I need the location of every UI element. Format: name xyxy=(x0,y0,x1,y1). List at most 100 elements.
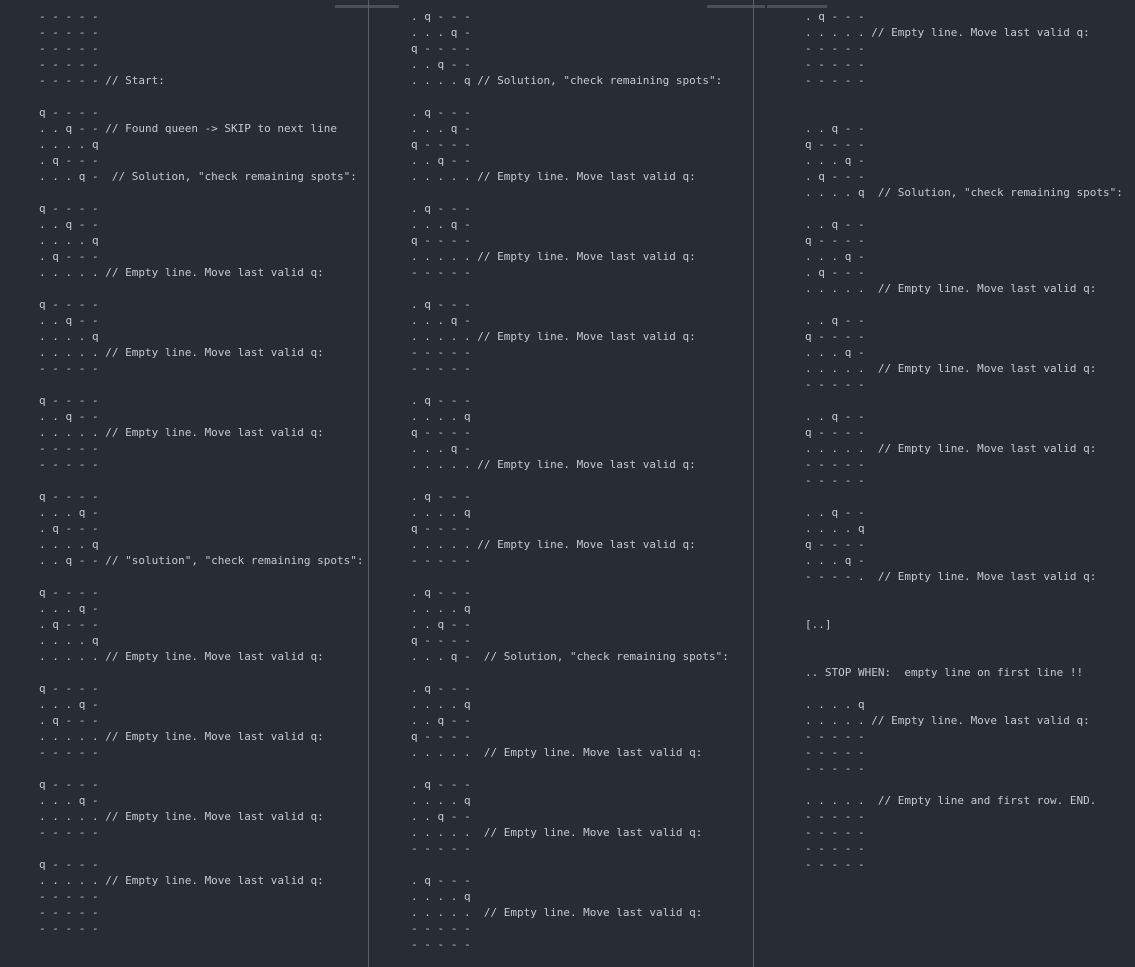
code-line: . . . q - xyxy=(39,794,99,807)
code-line: - - - - - xyxy=(39,458,99,471)
code-line: - - - - - xyxy=(805,474,865,487)
code-line: - - - - - xyxy=(805,730,865,743)
code-line: - - - - - xyxy=(39,362,99,375)
code-line: . . . . . // Empty line. Move last valid… xyxy=(411,330,696,343)
code-block-middle: . q - - - . . . q - q - - - - . . q - - . . … xyxy=(411,9,729,953)
code-line: q - - - - xyxy=(411,138,471,151)
editor-pane-left[interactable]: - - - - - - - - - - - - - - - - - - - - - - … xyxy=(0,0,369,967)
code-line: . . q - - xyxy=(805,122,865,135)
code-line: . . . q - xyxy=(805,554,865,567)
code-line: . q - - - xyxy=(411,874,471,887)
code-line: - - - - - xyxy=(411,842,471,855)
code-line: . . q - - xyxy=(411,714,471,727)
code-line: . . q - - // "solution", "check remainin… xyxy=(39,554,364,567)
code-line: - - - - - xyxy=(411,346,471,359)
code-line: - - - - - xyxy=(39,10,99,23)
code-line: . . . . . // Empty line. Move last valid… xyxy=(805,26,1090,39)
code-line: - - - - - xyxy=(39,26,99,39)
code-line: . q - - - xyxy=(411,394,471,407)
code-line: q - - - - xyxy=(39,394,99,407)
code-line: . . . q - xyxy=(39,506,99,519)
code-line: . . . . . // Empty line. Move last valid… xyxy=(805,442,1097,455)
code-line: . . . q - xyxy=(805,346,865,359)
code-line: . . q - - xyxy=(39,314,99,327)
code-line: . . . . . // Empty line. Move last valid… xyxy=(805,362,1097,375)
code-line: q - - - - xyxy=(411,234,471,247)
code-line: . . . q - xyxy=(39,698,99,711)
code-line: . . . . . // Empty line. Move last valid… xyxy=(411,826,703,839)
code-line: - - - - - xyxy=(39,906,99,919)
code-line: . . q - - xyxy=(805,410,865,423)
editor-pane-middle[interactable]: . q - - - . . . q - q - - - - . . q - - . . … xyxy=(369,0,754,967)
code-line: . . . . . // Empty line. Move last valid… xyxy=(39,650,324,663)
code-line: . q - - - xyxy=(411,10,471,23)
code-line: - - - - - xyxy=(805,826,865,839)
code-line: q - - - - xyxy=(39,490,99,503)
code-line: . q - - - xyxy=(411,202,471,215)
code-line: . . . . q xyxy=(39,634,99,647)
code-line: . . . q - xyxy=(411,26,471,39)
code-line: . . . q - xyxy=(805,154,865,167)
code-line: . q - - - xyxy=(411,298,471,311)
code-line: q - - - - xyxy=(805,234,865,247)
code-line: . . . q - xyxy=(411,314,471,327)
code-block-right: . q - - - . . . . . // Empty line. Move l… xyxy=(805,9,1123,873)
code-line: . . . . q xyxy=(411,698,471,711)
code-line: - - - - - xyxy=(805,42,865,55)
code-line: - - - - - xyxy=(805,74,865,87)
code-line: - - - - - xyxy=(411,362,471,375)
editor-pane-right[interactable]: . q - - - . . . . . // Empty line. Move l… xyxy=(754,0,1135,967)
code-line: - - - - - xyxy=(39,442,99,455)
code-line: . . . . q xyxy=(411,890,471,903)
code-line: q - - - - xyxy=(39,858,99,871)
code-line: . . . . q xyxy=(805,698,865,711)
code-line: - - - - - xyxy=(39,890,99,903)
code-line: . . . . q // Solution, "check remaining … xyxy=(411,74,723,87)
code-line: . . q - - xyxy=(805,506,865,519)
code-line: q - - - - xyxy=(805,330,865,343)
code-line: [..] xyxy=(805,618,832,631)
code-line: . . . . . // Empty line. Move last valid… xyxy=(39,730,324,743)
code-line: . . . . q xyxy=(39,234,99,247)
code-line: . . . . . // Empty line. Move last valid… xyxy=(805,282,1097,295)
code-line: - - - - - xyxy=(805,762,865,775)
code-line: . . q - - xyxy=(805,218,865,231)
code-line: . . q - - xyxy=(411,58,471,71)
code-line: . q - - - xyxy=(411,778,471,791)
code-line: . . . . . // Empty line. Move last valid… xyxy=(805,714,1090,727)
code-line: . . . . q xyxy=(39,538,99,551)
code-line: q - - - - xyxy=(411,42,471,55)
code-line: . . . . . // Empty line. Move last valid… xyxy=(411,538,696,551)
code-line: - - - - - xyxy=(39,826,99,839)
code-line: . . . . q xyxy=(411,794,471,807)
code-line: - - - - . // Empty line. Move last valid… xyxy=(805,570,1097,583)
code-line: q - - - - xyxy=(39,106,99,119)
code-line: . . . q - // Solution, "check remaining … xyxy=(411,650,729,663)
code-line: - - - - - xyxy=(805,858,865,871)
code-line: . . . q - // Solution, "check remaining … xyxy=(39,170,357,183)
code-line: . q - - - xyxy=(39,714,99,727)
code-line: . q - - - xyxy=(411,490,471,503)
code-line: . . . . . // Empty line and first row. E… xyxy=(805,794,1097,807)
code-line: . . . . q xyxy=(805,522,865,535)
code-line: - - - - - xyxy=(805,58,865,71)
code-line: q - - - - xyxy=(39,682,99,695)
code-line: . . . . . // Empty line. Move last valid… xyxy=(411,906,703,919)
code-line: . . q - - xyxy=(411,618,471,631)
